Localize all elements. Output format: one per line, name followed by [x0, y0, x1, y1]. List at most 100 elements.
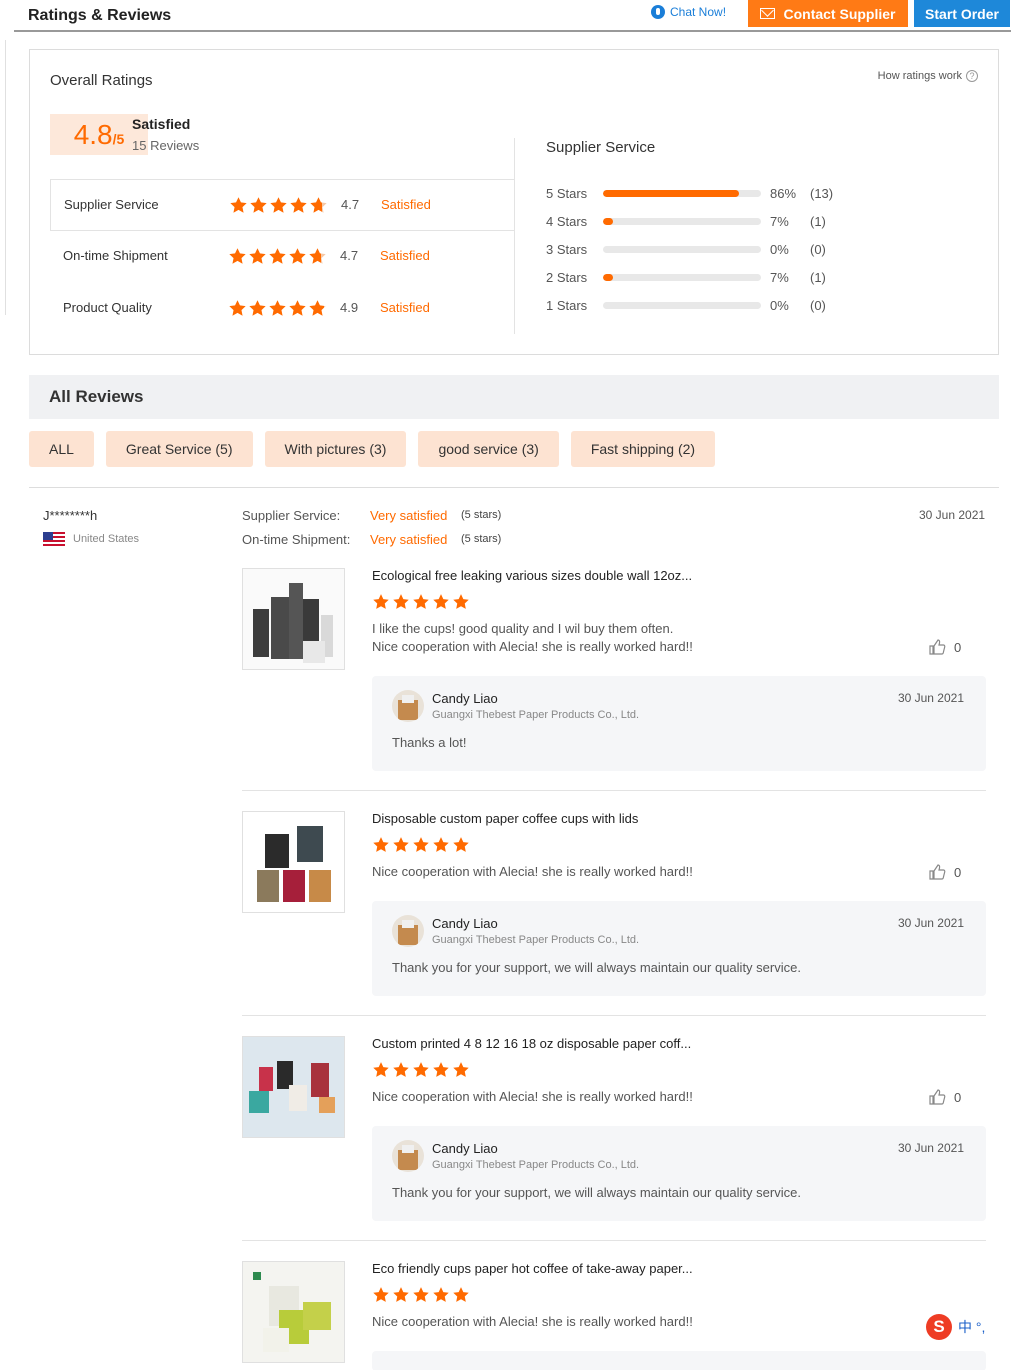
breakdown-percent: 0% — [770, 242, 789, 257]
chat-now-label: Chat Now! — [670, 5, 727, 19]
reply-company: Guangxi Thebest Paper Products Co., Ltd. — [432, 1159, 640, 1171]
review-filters: ALL Great Service (5) With pictures (3) … — [29, 431, 716, 467]
dimension-status: Satisfied — [381, 197, 431, 212]
reply-author: Candy Liao — [432, 1141, 498, 1156]
supplier-service-score: Supplier Service: Very satisfied (5 star… — [242, 508, 501, 523]
filter-chip-all[interactable]: ALL — [29, 431, 94, 467]
breakdown-row: 3 Stars 0% (0) — [546, 240, 866, 268]
product-title[interactable]: Disposable custom paper coffee cups with… — [372, 811, 638, 826]
star-icon — [393, 837, 409, 852]
breakdown-bar — [603, 274, 761, 281]
star-icon — [393, 594, 409, 609]
star-icon — [453, 1287, 469, 1302]
dimension-label: On-time Shipment — [63, 248, 168, 263]
breakdown-label: 3 Stars — [546, 242, 588, 257]
item-divider — [242, 790, 986, 791]
star-icon — [249, 248, 266, 264]
all-reviews-header: All Reviews — [29, 375, 999, 419]
filter-chip-great-service[interactable]: Great Service (5) — [105, 431, 253, 467]
breakdown-count: (1) — [810, 214, 826, 229]
star-icon — [373, 1287, 389, 1302]
like-button[interactable]: 0 — [928, 638, 961, 656]
supplier-reply — [372, 1351, 986, 1370]
chat-icon — [651, 5, 665, 19]
star-icon — [289, 248, 306, 264]
rating-dimensions: Supplier Service 4.7 Satisfied On-time S… — [50, 179, 515, 335]
thumbs-up-icon — [929, 1089, 946, 1105]
breakdown-percent: 86% — [770, 186, 797, 201]
star-icon — [373, 594, 389, 609]
star-icon — [433, 1287, 449, 1302]
start-order-button[interactable]: Start Order — [914, 0, 1010, 27]
product-title[interactable]: Ecological free leaking various sizes do… — [372, 568, 692, 583]
reply-author: Candy Liao — [432, 916, 498, 931]
product-thumbnail[interactable] — [242, 1261, 345, 1363]
product-thumbnail[interactable] — [242, 568, 345, 670]
product-thumbnail[interactable] — [242, 1036, 345, 1138]
review-comment: Nice cooperation with Alecia! she is rea… — [372, 864, 693, 879]
dimension-label: Supplier Service — [64, 197, 159, 212]
filter-chip-good-service[interactable]: good service (3) — [418, 431, 559, 467]
chat-now-link[interactable]: Chat Now! — [651, 5, 726, 19]
filter-chip-fast-shipping[interactable]: Fast shipping (2) — [570, 431, 716, 467]
overall-ratings-title: Overall Ratings — [50, 72, 153, 89]
service-label: Supplier Service: — [242, 508, 341, 523]
ime-toolbar[interactable]: S 中 °, — [926, 1313, 1011, 1341]
reply-company: Guangxi Thebest Paper Products Co., Ltd. — [432, 934, 640, 946]
star-icon — [229, 248, 246, 264]
breakdown-count: (1) — [810, 270, 826, 285]
star-icon — [373, 1062, 389, 1077]
reply-date: 30 Jun 2021 — [897, 1141, 964, 1155]
reply-company: Guangxi Thebest Paper Products Co., Ltd. — [432, 709, 640, 721]
product-title[interactable]: Custom printed 4 8 12 16 18 oz disposabl… — [372, 1036, 691, 1051]
supplier-service-title: Supplier Service — [546, 139, 656, 156]
help-icon: ? — [966, 70, 978, 82]
review-comment: Nice cooperation with Alecia! she is rea… — [372, 1314, 693, 1329]
overall-status: Satisfied — [132, 116, 191, 132]
item-divider — [242, 1240, 986, 1241]
how-ratings-work-link[interactable]: How ratings work ? — [878, 70, 978, 82]
breakdown-percent: 7% — [770, 214, 789, 229]
star-icon — [413, 1287, 429, 1302]
breakdown-percent: 7% — [770, 270, 789, 285]
breakdown-bar-fill — [603, 274, 613, 281]
breakdown-row: 2 Stars 7% (1) — [546, 268, 866, 296]
avatar — [392, 1140, 424, 1172]
breakdown-bar-fill — [603, 218, 613, 225]
breakdown-label: 4 Stars — [546, 214, 588, 229]
contact-supplier-button[interactable]: Contact Supplier — [748, 0, 908, 27]
star-icon — [289, 300, 306, 316]
star-icon — [413, 1062, 429, 1077]
shipment-label: On-time Shipment: — [242, 532, 351, 547]
reply-author: Candy Liao — [432, 691, 498, 706]
dimension-value: 4.7 — [340, 248, 359, 263]
item-star-rating — [372, 593, 470, 611]
reviews-count: 15 Reviews — [132, 138, 200, 153]
avatar — [392, 915, 424, 947]
star-icon — [453, 1062, 469, 1077]
product-thumbnail[interactable] — [242, 811, 345, 913]
star-icon — [250, 197, 267, 213]
breakdown-bar — [603, 218, 761, 225]
like-button[interactable]: 0 — [928, 863, 961, 881]
reviewer-name: J********h — [43, 508, 98, 523]
star-rating — [229, 196, 328, 215]
star-rating — [228, 247, 327, 266]
shipment-stars: (5 stars) — [461, 533, 502, 545]
shipment-score: On-time Shipment: Very satisfied (5 star… — [242, 532, 501, 547]
product-title[interactable]: Eco friendly cups paper hot coffee of ta… — [372, 1261, 693, 1276]
like-button[interactable]: 0 — [928, 1088, 961, 1106]
breakdown-count: (0) — [810, 298, 826, 313]
service-stars: (5 stars) — [461, 509, 502, 521]
breakdown-label: 5 Stars — [546, 186, 588, 201]
reviewer-country: United States — [43, 532, 139, 546]
review-date: 30 Jun 2021 — [919, 508, 986, 522]
score-max: /5 — [112, 131, 125, 147]
all-reviews-title: All Reviews — [49, 387, 144, 406]
filter-chip-with-pictures[interactable]: With pictures (3) — [264, 431, 407, 467]
dimension-row: Supplier Service 4.7 Satisfied — [50, 179, 515, 231]
breakdown-count: (13) — [810, 186, 834, 201]
star-icon — [433, 594, 449, 609]
star-icon — [249, 300, 266, 316]
breakdown-bar — [603, 246, 761, 253]
